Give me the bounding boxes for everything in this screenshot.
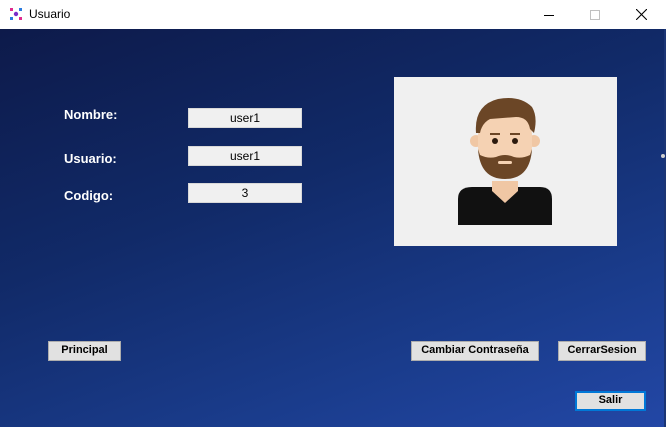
minimize-icon [544, 14, 554, 16]
close-icon [635, 9, 647, 20]
close-button[interactable] [618, 0, 664, 29]
user-avatar-icon [458, 98, 552, 225]
form-client-area: Nombre: user1 Usuario: user1 Codigo: 3 P… [0, 29, 666, 427]
app-icon [10, 8, 22, 20]
minimize-button[interactable] [526, 0, 572, 29]
usuario-label: Usuario: [64, 151, 117, 166]
usuario-field[interactable]: user1 [188, 146, 302, 166]
resize-grip-dot [661, 154, 665, 158]
window-title: Usuario [29, 7, 71, 21]
cambiar-contrasena-button[interactable]: Cambiar Contraseña [411, 341, 539, 361]
nombre-label: Nombre: [64, 107, 118, 122]
maximize-icon [590, 9, 600, 20]
codigo-label: Codigo: [64, 188, 114, 203]
cerrar-sesion-button[interactable]: CerrarSesion [558, 341, 646, 361]
maximize-button[interactable] [572, 0, 618, 29]
user-picture-box [394, 77, 617, 246]
title-bar[interactable]: Usuario [0, 0, 666, 29]
codigo-field[interactable]: 3 [188, 183, 302, 203]
salir-button[interactable]: Salir [575, 391, 646, 411]
principal-button[interactable]: Principal [48, 341, 121, 361]
nombre-field[interactable]: user1 [188, 108, 302, 128]
usuario-window: Usuario Nombre: user1 Usuario: user1 Cod… [0, 0, 666, 427]
